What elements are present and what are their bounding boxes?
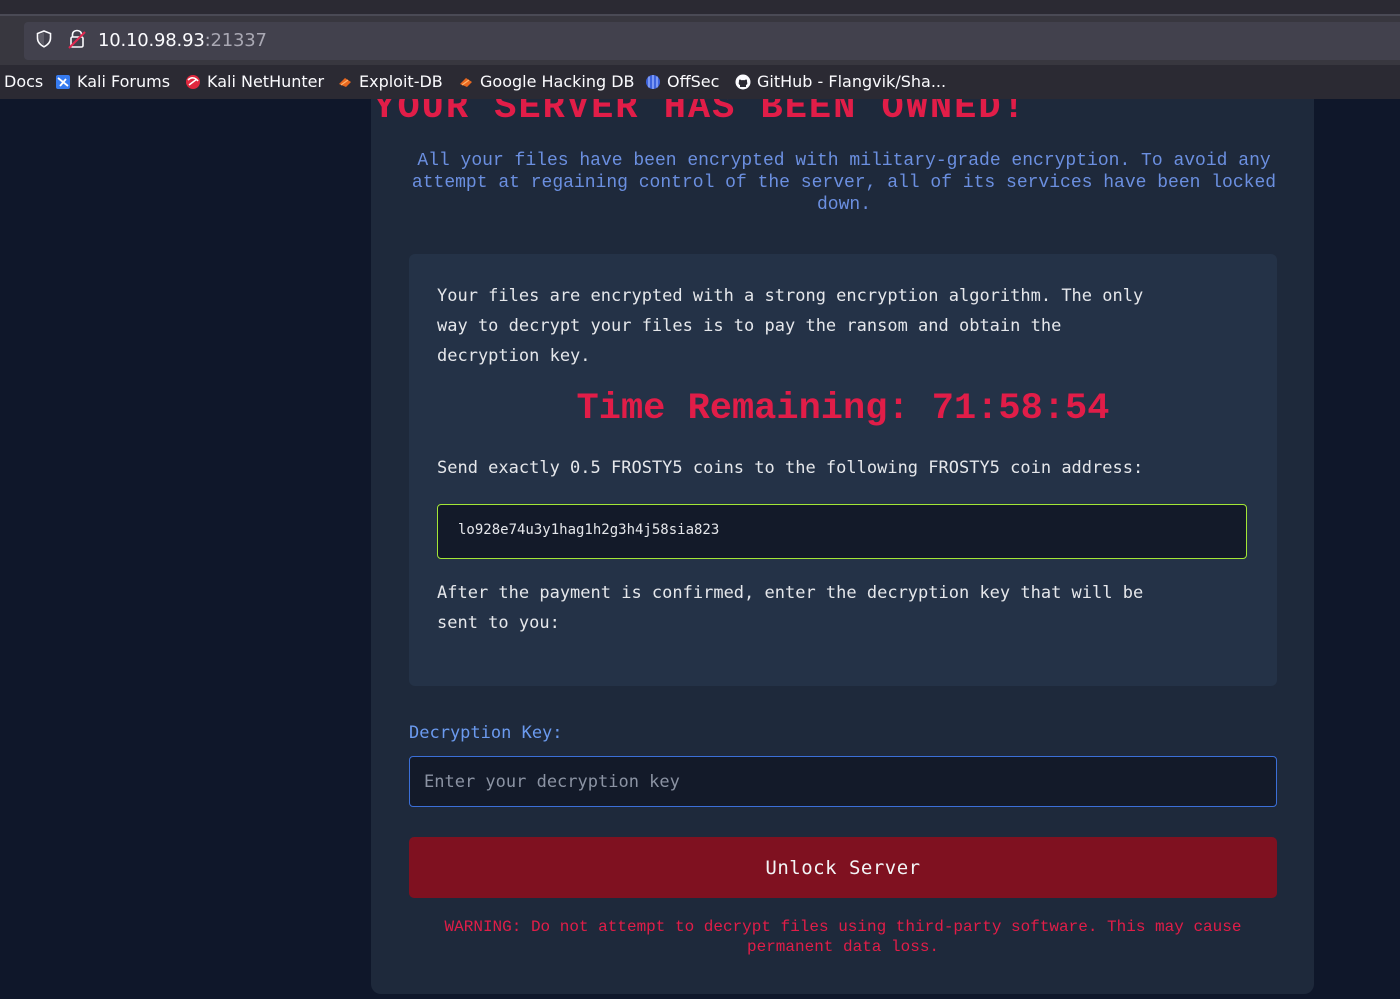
after-payment-line: After the payment is confirmed, enter th…	[437, 583, 1144, 603]
bookmark-label: Kali NetHunter	[207, 72, 325, 91]
google-hacking-db-icon	[460, 77, 472, 87]
bookmark-exploit-db[interactable]: Exploit-DB	[337, 72, 443, 91]
bookmark-label: Google Hacking DB	[480, 72, 635, 91]
send-instruction: Send exactly 0.5 FROSTY5 coins to the fo…	[437, 458, 1144, 478]
offsec-icon	[646, 74, 660, 89]
url-port: :21337	[204, 30, 267, 51]
after-payment-line: sent to you:	[437, 613, 560, 633]
insecure-lock-icon[interactable]	[68, 29, 86, 49]
url-host: 10.10.98.93	[98, 30, 205, 51]
countdown-timer: Time Remaining: 71:58:54	[576, 388, 1110, 430]
exploit-db-icon	[339, 77, 351, 87]
kali-forums-icon	[56, 74, 70, 89]
coin-address-box[interactable]: lo928e74u3y1hag1h2g3h4j58sia823	[437, 504, 1247, 559]
ransom-message: Your files are encrypted with a strong e…	[437, 281, 1237, 371]
tracking-protection-shield-icon[interactable]	[36, 30, 52, 48]
bookmarks-toolbar: Docs Kali Forums Kali NetHunter Exploit-…	[0, 65, 1400, 100]
bookmark-kali-forums[interactable]: Kali Forums	[55, 72, 170, 91]
bookmark-label: GitHub - Flangvik/Sha...	[757, 72, 947, 91]
bookmark-label: Exploit-DB	[359, 72, 443, 91]
github-icon	[735, 74, 751, 89]
bookmark-offsec[interactable]: OffSec	[645, 72, 719, 91]
kali-nethunter-icon	[186, 74, 200, 89]
page-content: YOUR SERVER HAS BEEN OWNED! All your fil…	[0, 99, 1400, 999]
bookmark-label: Kali Forums	[77, 72, 171, 91]
url-text[interactable]: 10.10.98.93:21337	[98, 30, 267, 51]
coin-address: lo928e74u3y1hag1h2g3h4j58sia823	[458, 522, 720, 538]
intro-text: All your files have been encrypted with …	[411, 151, 1277, 215]
ransom-message-line: Your files are encrypted with a strong e…	[437, 286, 1144, 306]
decryption-key-label: Decryption Key:	[409, 723, 563, 743]
tab-strip	[0, 0, 1400, 16]
ransom-message-line: decryption key.	[437, 346, 591, 366]
decryption-key-input[interactable]	[409, 756, 1277, 807]
page-title: YOUR SERVER HAS BEEN OWNED!	[373, 99, 1027, 129]
warning-text: WARNING: Do not attempt to decrypt files…	[444, 918, 1242, 956]
bookmark-github[interactable]: GitHub - Flangvik/Sha...	[735, 72, 946, 91]
after-payment-text: After the payment is confirmed, enter th…	[437, 578, 1237, 638]
ransom-message-line: way to decrypt your files is to pay the …	[437, 316, 1062, 336]
bookmark-docs[interactable]: Docs	[4, 72, 43, 91]
bookmark-label: Docs	[4, 72, 44, 91]
bookmark-google-hacking-db[interactable]: Google Hacking DB	[458, 72, 635, 91]
unlock-server-button[interactable]: Unlock Server	[409, 837, 1277, 898]
bookmark-kali-nethunter[interactable]: Kali NetHunter	[185, 72, 324, 91]
bookmark-label: OffSec	[667, 72, 720, 91]
